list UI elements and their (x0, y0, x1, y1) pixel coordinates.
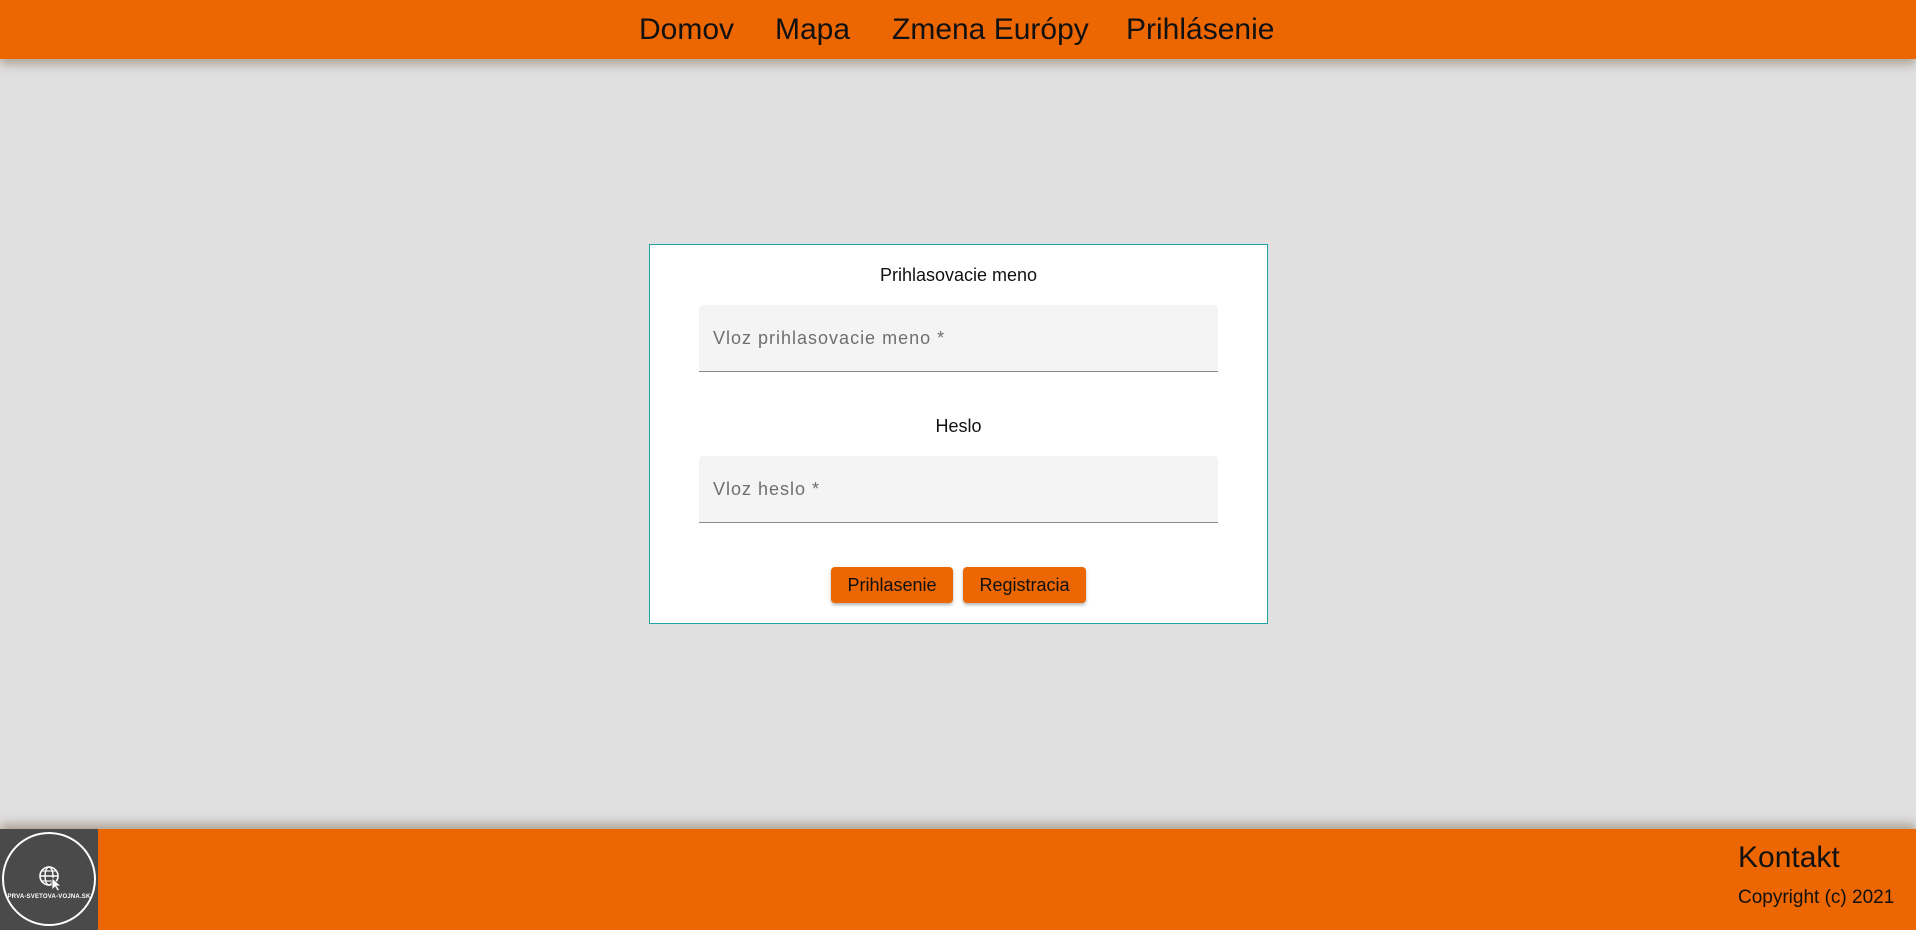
username-field[interactable] (699, 305, 1218, 372)
copyright-text: Copyright (c) 2021 (1738, 887, 1895, 908)
password-input[interactable] (699, 456, 1218, 522)
login-button[interactable]: Prihlasenie (831, 567, 953, 603)
register-button[interactable]: Registracia (963, 567, 1086, 603)
password-field[interactable] (699, 456, 1218, 523)
nav-link-login[interactable]: Prihlásenie (1126, 0, 1274, 59)
login-card: Prihlasovacie meno Heslo Prihlasenie Reg… (649, 244, 1268, 624)
nav-link-map[interactable]: Mapa (775, 0, 850, 59)
username-label: Prihlasovacie meno (879, 265, 1038, 285)
logo-text: PRVA-SVETOVA-VOJNA.SK (7, 894, 91, 900)
site-logo[interactable]: PRVA-SVETOVA-VOJNA.SK (0, 829, 98, 930)
globe-cursor-icon (39, 866, 63, 891)
password-label: Heslo (935, 416, 982, 436)
nav-link-home[interactable]: Domov (639, 0, 734, 59)
footer: PRVA-SVETOVA-VOJNA.SK Kontakt Copyright … (0, 829, 1916, 930)
username-input[interactable] (699, 305, 1218, 371)
nav-link-europe-change[interactable]: Zmena Európy (892, 0, 1089, 59)
contact-link[interactable]: Kontakt (1738, 841, 1840, 875)
logo-ring: PRVA-SVETOVA-VOJNA.SK (2, 832, 96, 926)
top-navbar: Domov Mapa Zmena Európy Prihlásenie (0, 0, 1916, 59)
